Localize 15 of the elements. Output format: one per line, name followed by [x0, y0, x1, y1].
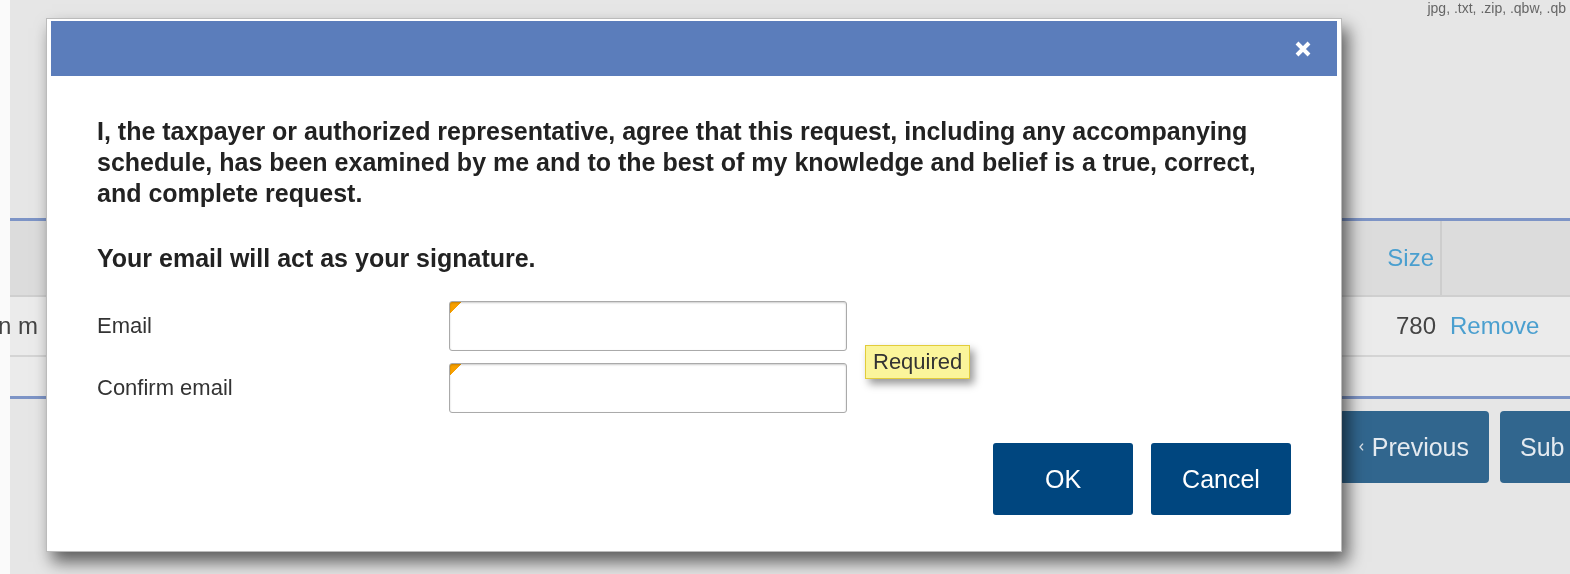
- dialog-button[interactable]: OK: [993, 443, 1133, 515]
- required-tooltip: Required: [865, 345, 971, 379]
- table-cell: n m: [0, 312, 38, 340]
- nav-button[interactable]: Previous: [1339, 411, 1489, 483]
- email-field[interactable]: [449, 363, 847, 413]
- declaration-text: I, the taxpayer or authorized representative, agree that this request, including any accompanying schedule, has been examined by me and to the best of my knowledge and belief is a true, correct, and complete request.: [97, 116, 1257, 209]
- instructions-text: jpg, .txt, .zip, .qbw, .qb: [1427, 0, 1566, 16]
- signature-note: Your email will act as your signature.: [97, 243, 537, 274]
- table-cell: 780: [1395, 312, 1436, 340]
- nav-button[interactable]: Sub: [1500, 411, 1570, 483]
- field-label: Email: [97, 313, 153, 339]
- email-field[interactable]: [449, 301, 847, 351]
- close-icon[interactable]: [1295, 40, 1311, 57]
- field-label: Confirm email: [97, 375, 234, 401]
- dialog-button[interactable]: Cancel: [1151, 443, 1291, 515]
